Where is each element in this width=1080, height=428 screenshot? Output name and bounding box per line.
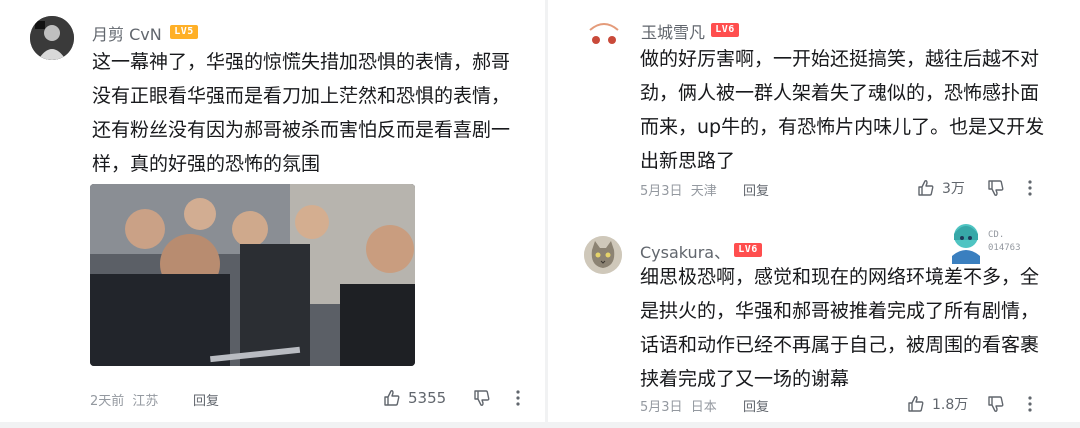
thumbs-up-icon (384, 390, 400, 406)
comment-text: 做的好厉害啊，一开始还挺搞笑，越往后越不对劲，俩人被一群人架着失了魂似的，恐怖感… (640, 48, 1045, 172)
comment-text: 这一幕神了，华强的惊慌失措加恐惧的表情，郝哥没有正眼看华强而是看刀加上茫然和恐惧… (92, 51, 511, 175)
thumbs-up-icon (918, 180, 934, 196)
reply-button[interactable]: 回复 (743, 396, 769, 415)
like-count: 3万 (942, 181, 965, 197)
like-button[interactable]: 3万 (916, 178, 965, 198)
level-badge: LV6 (734, 243, 762, 257)
comment-meta: 5月3日 日本 (640, 396, 717, 415)
comment-time: 2天前 (90, 394, 125, 409)
comment-location: 天津 (690, 184, 717, 199)
thumbs-down-icon (474, 390, 490, 406)
more-options-button[interactable] (514, 388, 522, 408)
more-options-button[interactable] (1026, 178, 1034, 198)
like-button[interactable]: 5355 (382, 388, 446, 408)
reply-button[interactable]: 回复 (743, 180, 769, 199)
avatar-cat-icon (584, 236, 622, 274)
more-vertical-icon (1028, 396, 1032, 412)
dislike-button[interactable] (986, 394, 1006, 414)
dislike-button[interactable] (986, 178, 1006, 198)
reply-button[interactable]: 回复 (193, 390, 219, 409)
avatar[interactable] (584, 14, 624, 54)
username[interactable]: 月剪 CvN (92, 21, 162, 45)
more-vertical-icon (516, 390, 520, 406)
dislike-button[interactable] (472, 388, 492, 408)
bottom-divider (0, 422, 1080, 428)
photo-crowd-icon (90, 184, 415, 366)
level-badge: LV6 (711, 23, 739, 37)
comment-time: 5月3日 (640, 400, 683, 415)
more-options-button[interactable] (1026, 394, 1034, 414)
like-button[interactable]: 1.8万 (906, 394, 968, 414)
thumbs-down-icon (988, 180, 1004, 196)
fan-badge-label: CD. (988, 230, 1005, 240)
level-badge: LV5 (170, 25, 198, 39)
more-vertical-icon (1028, 180, 1032, 196)
comment-meta: 2天前 江苏 (90, 390, 158, 409)
fan-badge: CD. 014763 (948, 220, 1038, 264)
like-count: 5355 (408, 389, 447, 407)
thumbs-down-icon (988, 396, 1004, 412)
comment-card-1: 月剪 CvN LV5 这一幕神了，华强的惊慌失措加恐惧的表情，郝哥没有正眼看华强… (0, 0, 545, 428)
avatar-image-icon (30, 16, 74, 60)
comment-meta: 5月3日 天津 (640, 180, 717, 199)
anime-character-icon (952, 224, 980, 264)
avatar-image-icon (584, 14, 624, 54)
comment-text: 细思极恐啊，感觉和现在的网络环境差不多，全是拱火的，华强和郝哥被推着完成了所有剧… (640, 266, 1040, 390)
comment-location: 日本 (690, 400, 717, 415)
comment-time: 5月3日 (640, 184, 683, 199)
comment-list-right: 玉城雪凡 LV6 做的好厉害啊，一开始还挺搞笑，越往后越不对劲，俩人被一群人架着… (548, 0, 1080, 428)
thumbs-up-icon (908, 396, 924, 412)
avatar[interactable] (30, 16, 74, 60)
comment-location: 江苏 (132, 394, 159, 409)
like-count: 1.8万 (932, 397, 969, 413)
username[interactable]: 玉城雪凡 (641, 19, 705, 43)
fan-badge-number: 014763 (988, 243, 1021, 253)
avatar[interactable] (584, 236, 622, 274)
comment-image[interactable] (90, 184, 415, 366)
